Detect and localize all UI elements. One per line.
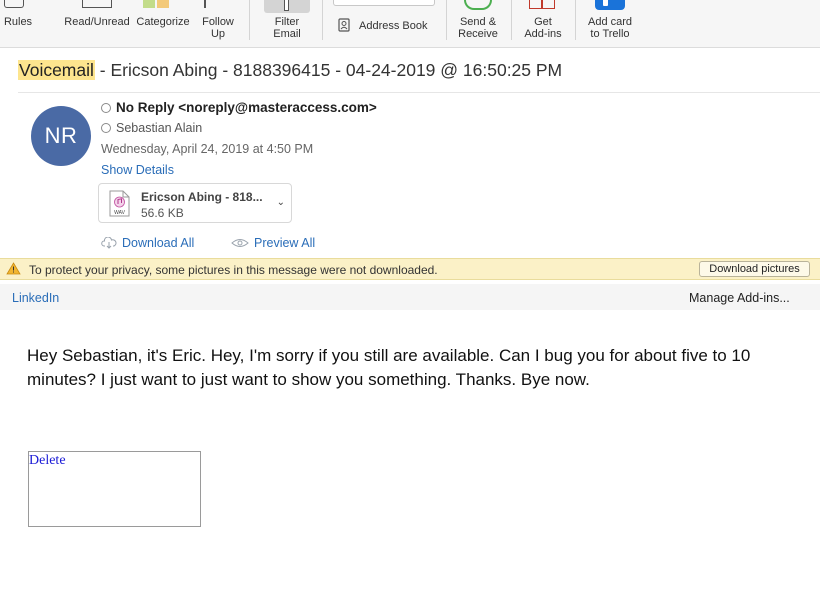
send-receive-label-2: Receive (458, 28, 498, 40)
follow-up-label-2: Up (210, 28, 226, 40)
address-book-icon (338, 18, 350, 32)
ribbon-separator (322, 0, 323, 40)
subject-highlight: Voicemail (18, 60, 95, 80)
ribbon-toolbar: Rules Read/Unread Categorize Follow Up F… (0, 0, 820, 48)
category-orange-icon (157, 0, 169, 8)
attachment-card[interactable]: WAV Ericson Abing - 818... 56.6 KB ⌄ (98, 183, 292, 223)
filter-email-label-2: Email (273, 28, 301, 40)
privacy-warning-text: To protect your privacy, some pictures i… (29, 263, 438, 277)
linkedin-link[interactable]: LinkedIn (12, 291, 59, 305)
attachment-size: 56.6 KB (141, 206, 184, 220)
rules-label: Rules (3, 16, 33, 28)
ribbon-separator (575, 0, 576, 40)
read-unread-button[interactable]: Read/Unread (62, 0, 132, 44)
cloud-download-icon (101, 237, 117, 249)
category-green-icon (143, 0, 155, 8)
download-pictures-button[interactable]: Download pictures (699, 261, 810, 277)
get-addins-button[interactable]: Get Add-ins (520, 0, 566, 44)
filter-email-button[interactable]: Filter Email (262, 0, 312, 44)
address-book-button[interactable]: Address Book (336, 16, 436, 36)
delete-frame: Delete (28, 451, 201, 527)
to-row[interactable]: Sebastian Alain (101, 121, 202, 135)
message-date: Wednesday, April 24, 2019 at 4:50 PM (101, 142, 314, 156)
envelope-icon (82, 0, 112, 8)
preview-all-link[interactable]: Preview All (231, 236, 315, 250)
sender-avatar: NR (31, 106, 91, 166)
rules-button[interactable]: Rules (0, 0, 36, 44)
search-box[interactable] (333, 0, 435, 6)
get-addins-label-1: Get (534, 16, 552, 28)
trello-label-1: Add card (587, 16, 633, 28)
chevron-down-icon[interactable]: ⌄ (277, 197, 285, 208)
send-receive-label-1: Send & (459, 16, 497, 28)
presence-status-icon (101, 123, 111, 133)
wav-file-icon: WAV (109, 190, 130, 217)
file-type-label: WAV (114, 210, 125, 216)
sync-icon (464, 0, 492, 10)
trello-icon (595, 0, 625, 10)
follow-up-label-1: Follow (202, 16, 234, 28)
ribbon-separator (249, 0, 250, 40)
message-body-text: Hey Sebastian, it's Eric. Hey, I'm sorry… (27, 346, 751, 389)
recipient-name: Sebastian Alain (116, 121, 203, 135)
add-card-trello-button[interactable]: Add card to Trello (584, 0, 636, 44)
store-icon (529, 0, 555, 9)
read-unread-label: Read/Unread (64, 16, 130, 28)
eye-icon (231, 239, 249, 247)
download-all-label: Download All (122, 236, 195, 250)
flag-icon (204, 0, 206, 8)
get-addins-label-2: Add-ins (524, 28, 562, 40)
manage-addins-button[interactable]: Manage Add-ins... (689, 291, 790, 305)
attachment-name: Ericson Abing - 818... (141, 190, 263, 204)
send-receive-button[interactable]: Send & Receive (454, 0, 502, 44)
ribbon-separator (511, 0, 512, 40)
download-all-link[interactable]: Download All (101, 236, 194, 250)
from-row[interactable]: No Reply <noreply@masteraccess.com> (101, 100, 377, 115)
follow-up-button[interactable]: Follow Up (196, 0, 240, 44)
trello-label-2: to Trello (590, 28, 630, 40)
presence-status-icon (101, 102, 111, 113)
preview-all-label: Preview All (254, 236, 316, 250)
address-book-label: Address Book (359, 20, 428, 32)
rules-icon (4, 0, 24, 8)
addin-bar: LinkedIn Manage Add-ins... (0, 284, 820, 310)
filter-email-label-1: Filter (274, 16, 300, 28)
privacy-warning-bar: To protect your privacy, some pictures i… (0, 258, 820, 280)
message-subject: Voicemail - Ericson Abing - 8188396415 -… (18, 60, 562, 81)
ribbon-separator (446, 0, 447, 40)
subject-text: - Ericson Abing - 8188396415 - 04-24-201… (94, 60, 563, 80)
delete-link[interactable]: Delete (29, 453, 66, 469)
warning-icon (6, 262, 21, 275)
filter-icon (264, 0, 310, 13)
categorize-button[interactable]: Categorize (133, 0, 193, 44)
show-details-link[interactable]: Show Details (101, 163, 174, 177)
categorize-label: Categorize (136, 16, 190, 28)
header-divider (18, 92, 820, 93)
from-address: No Reply <noreply@masteraccess.com> (116, 100, 377, 115)
